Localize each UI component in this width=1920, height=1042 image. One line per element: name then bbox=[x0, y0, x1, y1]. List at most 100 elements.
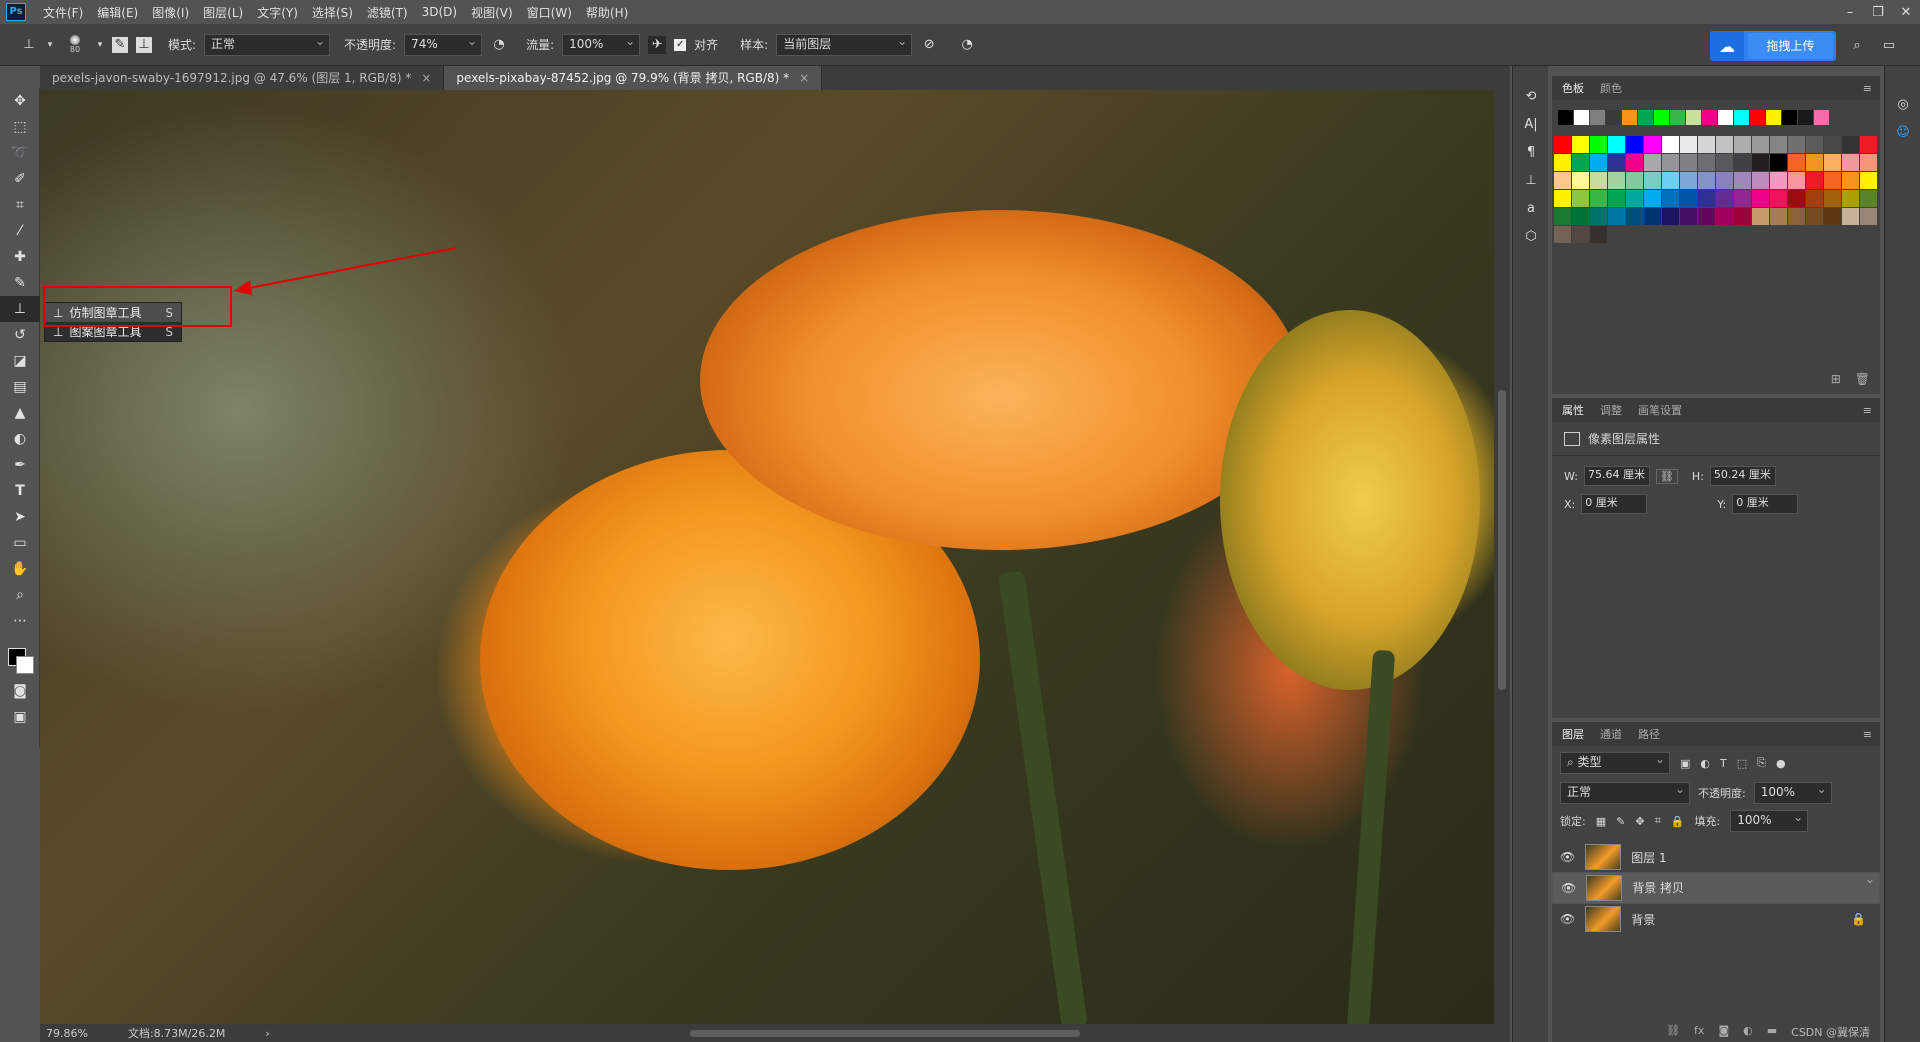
tab-properties[interactable]: 属性 bbox=[1562, 402, 1584, 418]
learn-icon[interactable]: ☺ bbox=[1885, 118, 1920, 146]
color-swatch[interactable] bbox=[1572, 136, 1589, 153]
height-field[interactable]: 50.24 厘米 bbox=[1709, 466, 1776, 486]
color-swatch[interactable] bbox=[1554, 136, 1571, 153]
color-swatch[interactable] bbox=[1788, 208, 1805, 225]
sample-select[interactable]: 当前图层 bbox=[776, 32, 913, 56]
background-color[interactable] bbox=[16, 656, 34, 674]
width-field[interactable]: 75.64 厘米 bbox=[1583, 466, 1650, 486]
color-swatch[interactable] bbox=[1654, 110, 1669, 125]
workspace-icon[interactable]: ▭ bbox=[1880, 36, 1898, 54]
tab-document-2[interactable]: pexels-pixabay-87452.jpg @ 79.9% (背景 拷贝,… bbox=[444, 66, 823, 90]
chevron-down-icon[interactable]: ▾ bbox=[96, 36, 104, 54]
color-swatch[interactable] bbox=[1626, 190, 1643, 207]
color-swatch[interactable] bbox=[1770, 172, 1787, 189]
layer-opacity-input[interactable]: 100% bbox=[1753, 780, 1832, 804]
color-swatch[interactable] bbox=[1770, 190, 1787, 207]
color-swatch[interactable] bbox=[1788, 136, 1805, 153]
color-swatch[interactable] bbox=[1782, 110, 1797, 125]
history-brush-tool-icon[interactable]: ↺ bbox=[0, 322, 40, 348]
clone-source-icon[interactable]: ⊥ bbox=[136, 36, 152, 53]
color-swatch[interactable] bbox=[1842, 208, 1859, 225]
close-tab-icon[interactable]: × bbox=[421, 71, 431, 85]
color-swatch[interactable] bbox=[1752, 136, 1769, 153]
history-icon[interactable]: ⟲ bbox=[1513, 82, 1549, 110]
adjustment-layer-icon[interactable]: ◐ bbox=[1743, 1024, 1753, 1040]
x-field[interactable]: 0 厘米 bbox=[1581, 494, 1648, 514]
color-swatch[interactable] bbox=[1702, 110, 1717, 125]
color-swatch[interactable] bbox=[1842, 154, 1859, 171]
color-swatch[interactable] bbox=[1608, 172, 1625, 189]
clone-source-panel-icon[interactable]: ⊥ bbox=[1513, 166, 1549, 194]
menu-window[interactable]: 窗口(W) bbox=[520, 4, 579, 21]
color-swatch[interactable] bbox=[1572, 190, 1589, 207]
color-swatch[interactable] bbox=[1860, 154, 1877, 171]
mode-select[interactable]: 正常 bbox=[204, 32, 331, 56]
color-swatch[interactable] bbox=[1644, 154, 1661, 171]
panel-menu-icon[interactable]: ≡ bbox=[1863, 82, 1872, 95]
color-swatch[interactable] bbox=[1716, 136, 1733, 153]
color-swatch[interactable] bbox=[1824, 190, 1841, 207]
opacity-input[interactable]: 74% bbox=[404, 32, 483, 56]
color-swatch[interactable] bbox=[1608, 136, 1625, 153]
blend-mode-select[interactable]: 正常 bbox=[1560, 780, 1690, 804]
color-swatch[interactable] bbox=[1590, 154, 1607, 171]
color-swatch[interactable] bbox=[1860, 190, 1877, 207]
y-field[interactable]: 0 厘米 bbox=[1732, 494, 1799, 514]
color-swatch[interactable] bbox=[1752, 154, 1769, 171]
color-swatch[interactable] bbox=[1734, 172, 1751, 189]
scrollbar-thumb[interactable] bbox=[1498, 390, 1506, 690]
color-swatch[interactable] bbox=[1698, 136, 1715, 153]
tab-document-1[interactable]: pexels-javon-swaby-1697912.jpg @ 47.6% (… bbox=[40, 66, 445, 90]
color-swatch[interactable] bbox=[1824, 208, 1841, 225]
color-swatch[interactable] bbox=[1806, 154, 1823, 171]
lock-transparent-icon[interactable]: ▦ bbox=[1596, 815, 1606, 828]
path-select-tool-icon[interactable]: ➤ bbox=[0, 504, 40, 530]
marquee-tool-icon[interactable]: ⬚ bbox=[0, 114, 40, 140]
ignore-adjustment-layers-icon[interactable]: ⊘ bbox=[920, 36, 938, 54]
menu-view[interactable]: 视图(V) bbox=[464, 4, 520, 21]
move-tool-icon[interactable]: ✥ bbox=[0, 88, 40, 114]
color-swatch[interactable] bbox=[1686, 110, 1701, 125]
chevron-down-icon[interactable]: ▾ bbox=[46, 36, 54, 54]
menu-layer[interactable]: 图层(L) bbox=[196, 4, 250, 21]
menu-file[interactable]: 文件(F) bbox=[36, 4, 90, 21]
clone-stamp-tool-icon[interactable]: ⊥ bbox=[0, 296, 40, 322]
zoom-tool-icon[interactable]: ⌕ bbox=[0, 582, 40, 608]
layer-row[interactable]: 👁 背景 🔒 bbox=[1552, 904, 1880, 934]
panel-menu-icon[interactable]: ≡ bbox=[1863, 404, 1872, 417]
color-swatch[interactable] bbox=[1680, 190, 1697, 207]
color-swatch[interactable] bbox=[1608, 190, 1625, 207]
color-swatch[interactable] bbox=[1644, 190, 1661, 207]
color-swatch[interactable] bbox=[1670, 110, 1685, 125]
color-swatch[interactable] bbox=[1590, 136, 1607, 153]
close-icon[interactable]: ✕ bbox=[1892, 5, 1920, 20]
color-swatch[interactable] bbox=[1734, 110, 1749, 125]
smart-object-filter-icon[interactable]: ⎘ bbox=[1757, 756, 1766, 770]
color-swatch[interactable] bbox=[1590, 226, 1607, 243]
color-swatch[interactable] bbox=[1716, 190, 1733, 207]
color-swatch[interactable] bbox=[1806, 208, 1823, 225]
dodge-tool-icon[interactable]: ◐ bbox=[0, 426, 40, 452]
close-tab-icon[interactable]: × bbox=[799, 71, 809, 85]
color-swatch[interactable] bbox=[1590, 190, 1607, 207]
color-swatch[interactable] bbox=[1698, 190, 1715, 207]
chevron-right-icon[interactable]: › bbox=[265, 1027, 269, 1040]
color-swatch[interactable] bbox=[1770, 154, 1787, 171]
color-swatch[interactable] bbox=[1788, 172, 1805, 189]
scrollbar-thumb[interactable] bbox=[689, 1030, 1080, 1037]
color-swatch[interactable] bbox=[1644, 208, 1661, 225]
color-swatch[interactable] bbox=[1662, 172, 1679, 189]
menu-3d[interactable]: 3D(D) bbox=[415, 5, 464, 19]
color-swatch[interactable] bbox=[1798, 110, 1813, 125]
character-icon[interactable]: A| bbox=[1513, 110, 1549, 138]
color-swatch[interactable] bbox=[1590, 110, 1605, 125]
color-swatch[interactable] bbox=[1590, 208, 1607, 225]
3d-icon[interactable]: ⬡ bbox=[1513, 222, 1549, 250]
vertical-scrollbar[interactable] bbox=[1494, 90, 1510, 1024]
color-swatch[interactable] bbox=[1752, 172, 1769, 189]
eraser-tool-icon[interactable]: ◪ bbox=[0, 348, 40, 374]
color-swatch[interactable] bbox=[1824, 172, 1841, 189]
search-icon[interactable]: ⌕ bbox=[1848, 36, 1866, 54]
color-swatch[interactable] bbox=[1644, 172, 1661, 189]
more-tools-icon[interactable]: ⋯ bbox=[0, 608, 40, 634]
